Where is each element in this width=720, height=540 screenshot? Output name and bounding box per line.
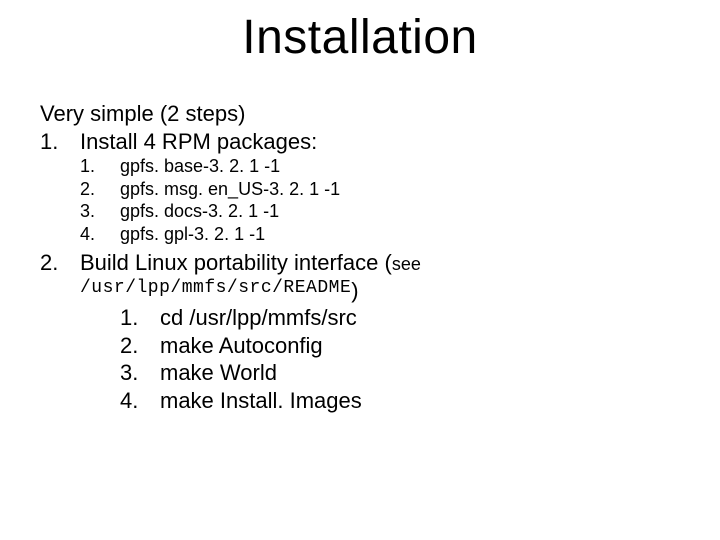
list-text: make Autoconfig (160, 332, 323, 360)
step-2-label: Build Linux portability interface (see (80, 249, 421, 277)
step-1-item-3: 3. gpfs. docs-3. 2. 1 -1 (80, 200, 680, 223)
step-1-marker: 1. (40, 128, 80, 156)
list-marker: 4. (120, 387, 160, 415)
list-text: cd /usr/lpp/mmfs/src (160, 304, 357, 332)
list-marker: 1. (120, 304, 160, 332)
list-text: gpfs. msg. en_US-3. 2. 1 -1 (120, 178, 340, 201)
list-marker: 4. (80, 223, 120, 246)
step-2-item-1: 1. cd /usr/lpp/mmfs/src (120, 304, 680, 332)
intro-text: Very simple (2 steps) (40, 100, 245, 128)
list-text: make Install. Images (160, 387, 362, 415)
slide-title: Installation (0, 10, 720, 65)
list-text: gpfs. docs-3. 2. 1 -1 (120, 200, 279, 223)
slide-body: Very simple (2 steps) 1. Install 4 RPM p… (40, 100, 680, 414)
step-2-marker: 2. (40, 249, 80, 277)
step-2-label-main: Build Linux portability interface ( (80, 250, 392, 275)
readme-path: /usr/lpp/mmfs/src/README (80, 277, 351, 305)
step-1-item-2: 2. gpfs. msg. en_US-3. 2. 1 -1 (80, 178, 680, 201)
step-2-item-2: 2. make Autoconfig (120, 332, 680, 360)
step-2-readme-line: /usr/lpp/mmfs/src/README) (80, 277, 680, 305)
list-marker: 2. (120, 332, 160, 360)
list-text: gpfs. gpl-3. 2. 1 -1 (120, 223, 265, 246)
step-2-see: see (392, 254, 421, 274)
step-2-item-3: 3. make World (120, 359, 680, 387)
step-1-item-4: 4. gpfs. gpl-3. 2. 1 -1 (80, 223, 680, 246)
step-2-item-4: 4. make Install. Images (120, 387, 680, 415)
step-1-label: Install 4 RPM packages: (80, 128, 317, 156)
list-text: gpfs. base-3. 2. 1 -1 (120, 155, 280, 178)
close-paren: ) (351, 277, 358, 305)
slide: Installation Very simple (2 steps) 1. In… (0, 0, 720, 540)
list-marker: 3. (120, 359, 160, 387)
list-text: make World (160, 359, 277, 387)
list-marker: 2. (80, 178, 120, 201)
step-1: 1. Install 4 RPM packages: (40, 128, 680, 156)
list-marker: 1. (80, 155, 120, 178)
step-1-item-1: 1. gpfs. base-3. 2. 1 -1 (80, 155, 680, 178)
intro-line: Very simple (2 steps) (40, 100, 680, 128)
list-marker: 3. (80, 200, 120, 223)
step-2: 2. Build Linux portability interface (se… (40, 249, 680, 277)
